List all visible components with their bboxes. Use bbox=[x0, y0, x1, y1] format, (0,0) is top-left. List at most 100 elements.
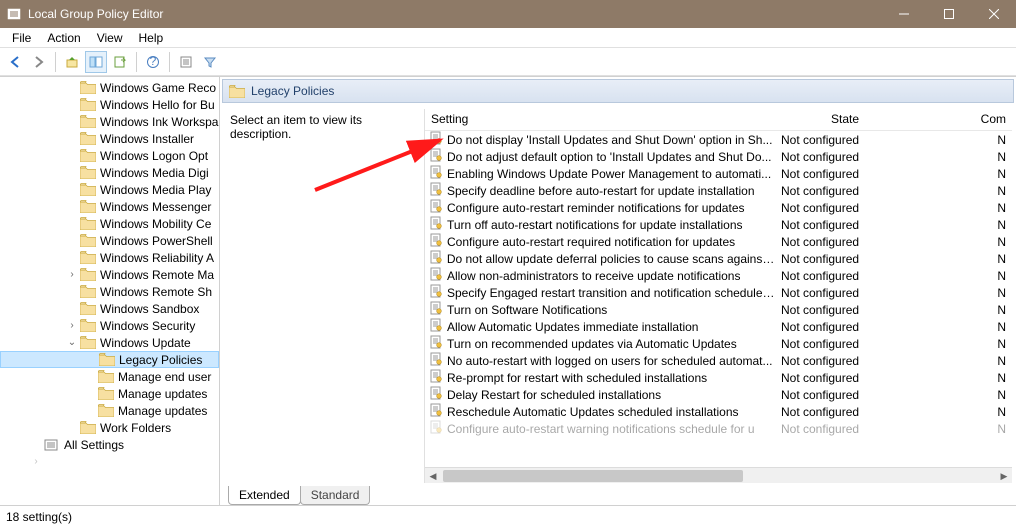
setting-comment: N bbox=[915, 133, 1012, 147]
setting-state: Not configured bbox=[775, 337, 915, 351]
setting-row[interactable]: Do not display 'Install Updates and Shut… bbox=[425, 131, 1012, 148]
tree-item[interactable]: Manage updates bbox=[0, 402, 219, 419]
tree-item-label: Windows Media Play bbox=[100, 183, 211, 197]
tree-item[interactable]: Windows Mobility Ce bbox=[0, 215, 219, 232]
setting-row[interactable]: Do not allow update deferral policies to… bbox=[425, 250, 1012, 267]
setting-name: Do not display 'Install Updates and Shut… bbox=[447, 133, 772, 147]
tree-item[interactable]: Windows Game Reco bbox=[0, 79, 219, 96]
expander-closed-icon[interactable]: › bbox=[66, 320, 78, 331]
tree-item[interactable]: ›Windows Security bbox=[0, 317, 219, 334]
export-list-button[interactable] bbox=[109, 51, 131, 73]
description-prompt: Select an item to view its description. bbox=[230, 113, 362, 141]
setting-state: Not configured bbox=[775, 269, 915, 283]
tree-pane[interactable]: Windows Game RecoWindows Hello for Bu Win… bbox=[0, 77, 220, 505]
properties-button[interactable] bbox=[175, 51, 197, 73]
tree-item[interactable]: Windows Media Play bbox=[0, 181, 219, 198]
help-button[interactable]: ? bbox=[142, 51, 164, 73]
setting-row[interactable]: Specify deadline before auto-restart for… bbox=[425, 182, 1012, 199]
expander-closed-icon[interactable]: › bbox=[30, 456, 42, 467]
policy-icon bbox=[429, 318, 443, 335]
tree-item-label: Windows Ink Workspa bbox=[100, 115, 218, 129]
detail-pane: Legacy Policies Select an item to view i… bbox=[220, 77, 1016, 505]
setting-comment: N bbox=[915, 320, 1012, 334]
tree-item[interactable]: Windows Logon Opt bbox=[0, 147, 219, 164]
setting-row[interactable]: Allow Automatic Updates immediate instal… bbox=[425, 318, 1012, 335]
tree-item[interactable]: Windows Remote Sh bbox=[0, 283, 219, 300]
horizontal-scrollbar[interactable]: ◀ ▶ bbox=[425, 467, 1012, 483]
setting-row[interactable]: Configure auto-restart reminder notifica… bbox=[425, 199, 1012, 216]
minimize-button[interactable] bbox=[881, 0, 926, 28]
tree-item[interactable]: Windows Media Digi bbox=[0, 164, 219, 181]
tab-standard[interactable]: Standard bbox=[300, 486, 371, 505]
setting-row[interactable]: Turn on Software NotificationsNot config… bbox=[425, 301, 1012, 318]
menu-file[interactable]: File bbox=[4, 29, 39, 47]
setting-row[interactable]: Reschedule Automatic Updates scheduled i… bbox=[425, 403, 1012, 420]
tree-item[interactable]: Manage updates bbox=[0, 385, 219, 402]
setting-row[interactable]: Specify Engaged restart transition and n… bbox=[425, 284, 1012, 301]
tree-item[interactable]: Manage end user bbox=[0, 368, 219, 385]
setting-comment: N bbox=[915, 201, 1012, 215]
tree-item[interactable]: ⌄ Windows Update bbox=[0, 334, 219, 351]
back-button[interactable] bbox=[4, 51, 26, 73]
setting-row[interactable]: Configure auto-restart warning notificat… bbox=[425, 420, 1012, 437]
setting-comment: N bbox=[915, 303, 1012, 317]
setting-row[interactable]: No auto-restart with logged on users for… bbox=[425, 352, 1012, 369]
tree-item[interactable]: › bbox=[0, 453, 219, 470]
tab-extended[interactable]: Extended bbox=[228, 486, 301, 505]
tree-item-label: Windows Remote Ma bbox=[100, 268, 214, 282]
setting-row[interactable]: Re-prompt for restart with scheduled ins… bbox=[425, 369, 1012, 386]
tree-item[interactable]: Windows PowerShell bbox=[0, 232, 219, 249]
folder-icon bbox=[80, 285, 96, 298]
column-comment[interactable]: Com bbox=[915, 109, 1012, 130]
tree-item[interactable]: Windows Hello for Bu bbox=[0, 96, 219, 113]
setting-row[interactable]: Turn on recommended updates via Automati… bbox=[425, 335, 1012, 352]
toolbar-separator bbox=[136, 52, 137, 72]
scroll-right-arrow[interactable]: ▶ bbox=[996, 468, 1012, 483]
filter-button[interactable] bbox=[199, 51, 221, 73]
tree: Windows Game RecoWindows Hello for Bu Win… bbox=[0, 77, 219, 470]
menu-help[interactable]: Help bbox=[131, 29, 172, 47]
tree-item[interactable]: Work Folders bbox=[0, 419, 219, 436]
tree-item-label: Windows Sandbox bbox=[100, 302, 199, 316]
policy-icon bbox=[429, 284, 443, 301]
up-button[interactable] bbox=[61, 51, 83, 73]
tree-item[interactable]: Legacy Policies bbox=[0, 351, 219, 368]
scroll-left-arrow[interactable]: ◀ bbox=[425, 468, 441, 483]
settings-list: Setting State Com Do not display 'Instal… bbox=[424, 109, 1012, 483]
policy-icon bbox=[429, 301, 443, 318]
tree-item[interactable]: Windows Installer bbox=[0, 130, 219, 147]
tree-item[interactable]: All Settings bbox=[0, 436, 219, 453]
setting-row[interactable]: Allow non-administrators to receive upda… bbox=[425, 267, 1012, 284]
close-button[interactable] bbox=[971, 0, 1016, 28]
titlebar[interactable]: Local Group Policy Editor bbox=[0, 0, 1016, 28]
tree-item[interactable]: Windows Messenger bbox=[0, 198, 219, 215]
tree-item[interactable]: Windows Sandbox bbox=[0, 300, 219, 317]
expander-open-icon[interactable]: ⌄ bbox=[66, 337, 78, 348]
setting-row[interactable]: Turn off auto-restart notifications for … bbox=[425, 216, 1012, 233]
folder-icon bbox=[98, 387, 114, 400]
column-state[interactable]: State bbox=[775, 109, 915, 130]
scroll-thumb[interactable] bbox=[443, 470, 743, 482]
setting-row[interactable]: Enabling Windows Update Power Management… bbox=[425, 165, 1012, 182]
setting-comment: N bbox=[915, 252, 1012, 266]
tree-item[interactable]: Windows Ink Workspa bbox=[0, 113, 219, 130]
forward-button[interactable] bbox=[28, 51, 50, 73]
setting-comment: N bbox=[915, 269, 1012, 283]
show-hide-tree-button[interactable] bbox=[85, 51, 107, 73]
expander-closed-icon[interactable]: › bbox=[66, 269, 78, 280]
column-setting[interactable]: Setting bbox=[425, 109, 775, 130]
setting-row[interactable]: Delay Restart for scheduled installation… bbox=[425, 386, 1012, 403]
maximize-button[interactable] bbox=[926, 0, 971, 28]
tree-item[interactable]: Windows Reliability A bbox=[0, 249, 219, 266]
setting-row[interactable]: Do not adjust default option to 'Install… bbox=[425, 148, 1012, 165]
setting-name: Do not adjust default option to 'Install… bbox=[447, 150, 772, 164]
menu-view[interactable]: View bbox=[89, 29, 131, 47]
menu-action[interactable]: Action bbox=[39, 29, 88, 47]
tree-item[interactable]: › Windows Remote Ma bbox=[0, 266, 219, 283]
policy-icon bbox=[429, 131, 443, 148]
setting-row[interactable]: Configure auto-restart required notifica… bbox=[425, 233, 1012, 250]
policy-icon bbox=[429, 420, 443, 437]
setting-name: Configure auto-restart required notifica… bbox=[447, 235, 735, 249]
setting-state: Not configured bbox=[775, 167, 915, 181]
tree-item-label: Windows Update bbox=[100, 336, 191, 350]
